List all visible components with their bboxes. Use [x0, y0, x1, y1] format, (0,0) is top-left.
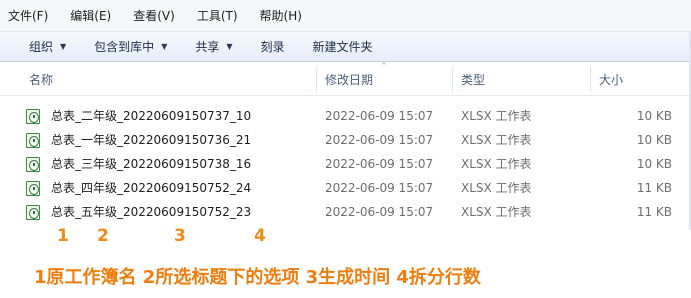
menu-help[interactable]: 帮助(H)	[260, 7, 302, 24]
excel-file-icon	[26, 205, 40, 220]
file-type: XLSX 工作表	[461, 133, 532, 147]
chevron-down-icon: ▼	[60, 42, 67, 51]
column-header-size[interactable]: 大小	[591, 62, 623, 96]
share-button[interactable]: 共享 ▼	[195, 38, 232, 55]
burn-button[interactable]: 刻录	[261, 38, 285, 55]
column-header-date[interactable]: 修改日期	[317, 62, 373, 96]
file-type: XLSX 工作表	[461, 109, 532, 123]
excel-file-icon	[26, 133, 40, 148]
annotation-caption: 1原工作簿名 2所选标题下的选项 3生成时间 4拆分行数	[34, 267, 481, 288]
file-row[interactable]: 总表_一年级_20220609150736_21 2022-06-09 15:0…	[0, 128, 691, 152]
file-date: 2022-06-09 15:07	[325, 157, 434, 171]
sort-ascending-icon: ^	[381, 62, 387, 70]
column-header-type[interactable]: 类型	[453, 62, 485, 96]
menu-bar: 文件(F) 编辑(E) 查看(V) 工具(T) 帮助(H)	[0, 0, 691, 32]
file-row[interactable]: 总表_四年级_20220609150752_24 2022-06-09 15:0…	[0, 176, 691, 200]
file-size: 11 KB	[636, 205, 672, 219]
excel-file-icon	[26, 181, 40, 196]
file-list: 总表_二年级_20220609150737_10 2022-06-09 15:0…	[0, 104, 691, 224]
file-type: XLSX 工作表	[461, 157, 532, 171]
annotation-marker-2: 2	[97, 226, 109, 246]
include-in-library-label: 包含到库中	[94, 40, 155, 54]
file-size: 10 KB	[636, 109, 672, 123]
file-name: 总表_四年级_20220609150752_24	[51, 181, 252, 195]
file-date: 2022-06-09 15:07	[325, 133, 434, 147]
file-type: XLSX 工作表	[461, 181, 532, 195]
new-folder-button[interactable]: 新建文件夹	[313, 38, 373, 55]
file-row[interactable]: 总表_五年级_20220609150752_23 2022-06-09 15:0…	[0, 200, 691, 224]
file-name: 总表_三年级_20220609150738_16	[51, 157, 252, 171]
file-name: 总表_二年级_20220609150737_10	[51, 109, 252, 123]
file-date: 2022-06-09 15:07	[325, 205, 434, 219]
annotation-marker-3: 3	[174, 226, 186, 246]
chevron-down-icon: ▼	[226, 42, 233, 51]
organize-button[interactable]: 组织 ▼	[29, 38, 66, 55]
file-size: 10 KB	[636, 133, 672, 147]
command-toolbar: 组织 ▼ 包含到库中 ▼ 共享 ▼ 刻录 新建文件夹	[0, 32, 691, 62]
file-size: 11 KB	[636, 181, 672, 195]
file-date: 2022-06-09 15:07	[325, 109, 434, 123]
file-row[interactable]: 总表_三年级_20220609150738_16 2022-06-09 15:0…	[0, 152, 691, 176]
file-row[interactable]: 总表_二年级_20220609150737_10 2022-06-09 15:0…	[0, 104, 691, 128]
include-in-library-button[interactable]: 包含到库中 ▼	[94, 38, 167, 55]
column-header-bar: 名称 修改日期 类型 大小	[0, 62, 691, 96]
column-header-name[interactable]: 名称	[21, 62, 53, 96]
share-label: 共享	[195, 40, 220, 54]
menu-file[interactable]: 文件(F)	[8, 7, 48, 24]
excel-file-icon	[26, 157, 40, 172]
chevron-down-icon: ▼	[161, 42, 168, 51]
organize-label: 组织	[29, 40, 54, 54]
file-size: 10 KB	[636, 157, 672, 171]
annotation-marker-4: 4	[254, 226, 266, 246]
annotation-marker-1: 1	[57, 226, 69, 246]
file-date: 2022-06-09 15:07	[325, 181, 434, 195]
menu-view[interactable]: 查看(V)	[133, 7, 175, 24]
menu-tools[interactable]: 工具(T)	[197, 7, 238, 24]
file-type: XLSX 工作表	[461, 205, 532, 219]
file-name: 总表_一年级_20220609150736_21	[51, 133, 252, 147]
menu-edit[interactable]: 编辑(E)	[70, 7, 111, 24]
excel-file-icon	[26, 109, 40, 124]
file-name: 总表_五年级_20220609150752_23	[51, 205, 252, 219]
